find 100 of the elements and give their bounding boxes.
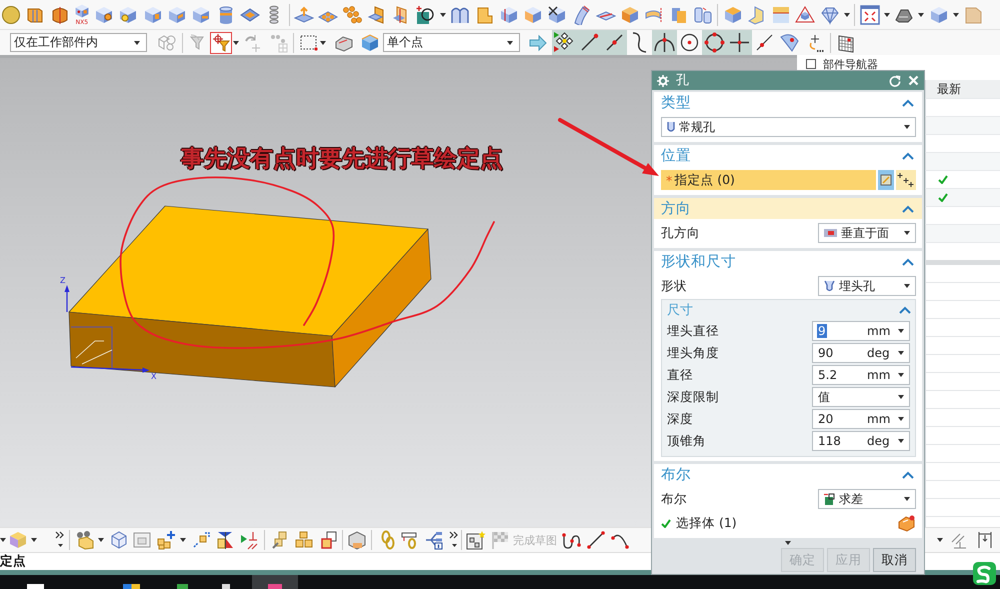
number-field[interactable]: 9 mm [812,321,910,341]
caret-icon[interactable] [904,497,910,501]
taskbar-button[interactable] [252,575,298,589]
snap-points-icon[interactable] [552,30,577,55]
caret-icon[interactable] [884,12,890,16]
field-label: 深度 [667,410,693,428]
caret-icon[interactable] [0,538,6,542]
caret-icon[interactable] [898,439,904,443]
caret-icon[interactable] [180,538,186,542]
caret-icon[interactable] [320,40,326,44]
block-drawing[interactable] [68,206,432,388]
caret-icon[interactable] [953,12,960,16]
caret-icon[interactable] [937,538,943,542]
number-field[interactable]: 118 deg [812,431,910,451]
wire-pyramid-icon[interactable] [795,4,816,24]
caret-icon[interactable] [898,373,904,377]
settings-icon[interactable] [657,74,669,86]
sphere-icon[interactable] [1,4,21,24]
arc-intersection-icon[interactable] [652,30,677,55]
caret-icon[interactable] [134,40,140,44]
collapse-icon[interactable] [902,152,914,160]
cubes-icon[interactable] [294,530,314,550]
dots-pattern-icon[interactable] [342,4,362,24]
snap-mode-dropdown[interactable]: 单个点 [383,33,520,52]
dropdown[interactable]: 值 [812,387,910,407]
filter-icon[interactable] [210,32,232,54]
column-header[interactable]: 最新 [925,80,1000,98]
caret-icon[interactable] [918,12,924,16]
caret-icon[interactable] [898,417,904,421]
mirror-icon[interactable] [215,530,235,550]
split-block-icon[interactable] [50,4,70,24]
number-field[interactable]: 5.2 mm [812,365,910,385]
close-icon[interactable] [908,75,919,86]
sketch-frame-icon[interactable] [466,530,486,550]
triangle-lines-icon[interactable] [239,530,259,550]
points-icon[interactable] [896,170,916,190]
checkbox-icon[interactable] [806,59,816,69]
caret-icon[interactable] [844,12,850,16]
plate-icon[interactable] [294,4,314,24]
dashed-rectangle-icon[interactable] [299,32,319,52]
caret-icon[interactable] [233,40,239,44]
cylinders-icon[interactable] [692,4,713,24]
block-icon[interactable] [771,4,792,24]
collapse-icon[interactable] [902,470,914,478]
binoculars-icon[interactable] [75,530,95,550]
caret-icon[interactable] [898,329,904,333]
collapse-icon[interactable] [899,306,911,314]
line-icon[interactable] [586,530,606,550]
reset-icon[interactable] [889,74,901,86]
caret-icon[interactable] [98,538,104,542]
field-label: 顶锥角 [667,432,706,450]
window-icon[interactable] [132,530,152,550]
status-text: 定点 [0,553,26,570]
field-label: 直径 [667,366,693,384]
caret-icon[interactable] [785,541,791,545]
selection-field[interactable]: * 指定点 (0) [661,170,876,190]
field-label: 布尔 [661,490,687,508]
caret-icon[interactable] [898,351,904,355]
grid-icon[interactable] [836,32,856,52]
curve-icon[interactable] [561,530,581,550]
sketch-icon[interactable] [878,170,894,190]
caret-icon[interactable] [440,12,446,16]
circle-quadrant-icon[interactable] [702,30,727,55]
cube-icon[interactable] [498,4,519,24]
box-icon[interactable] [620,4,640,24]
caret-icon[interactable] [904,231,910,235]
caret-icon[interactable] [904,125,910,129]
cubes-add-icon[interactable] [156,530,176,550]
dropdown[interactable]: 埋头孔 [818,276,916,296]
line-midpoint-icon[interactable] [602,30,627,55]
cube-outline-icon[interactable] [109,530,129,550]
tree-info-icon[interactable] [424,530,444,550]
squares-icon[interactable] [319,530,339,550]
number-field[interactable]: 90 deg [812,343,910,363]
collapse-icon[interactable] [902,258,914,266]
number-field[interactable]: 20 mm [812,409,910,429]
arrow-icon[interactable] [528,32,548,52]
face-icon [824,228,837,238]
caret-icon[interactable] [507,40,513,44]
caret-icon[interactable] [904,284,910,288]
dropdown[interactable]: 垂直于面 [818,223,916,243]
move-arrows-icon[interactable] [191,530,211,550]
input-method-icon[interactable] [973,562,996,585]
dropdown[interactable]: 常规孔 [661,117,916,137]
annotation-text: 事先没有点时要先进行草绘定点 [181,148,503,171]
collapse-icon[interactable] [902,204,914,212]
dialog-button[interactable]: 取消 [873,548,916,572]
box-icon[interactable] [347,530,367,550]
caret-icon[interactable] [31,538,37,542]
dropdown[interactable]: 求差 [818,489,916,509]
taskbar-icon[interactable] [123,584,140,589]
cube-icon[interactable] [547,4,568,24]
gem-icon[interactable] [820,4,840,24]
body-icon[interactable] [897,514,916,532]
frame-icon[interactable] [860,4,880,24]
collapse-icon[interactable] [902,98,914,106]
crosshair-icon[interactable] [727,30,752,55]
caret-icon[interactable] [898,395,904,399]
scope-filter-dropdown[interactable]: 仅在工作部件内 [10,33,147,52]
square-circle-icon[interactable] [415,4,436,24]
